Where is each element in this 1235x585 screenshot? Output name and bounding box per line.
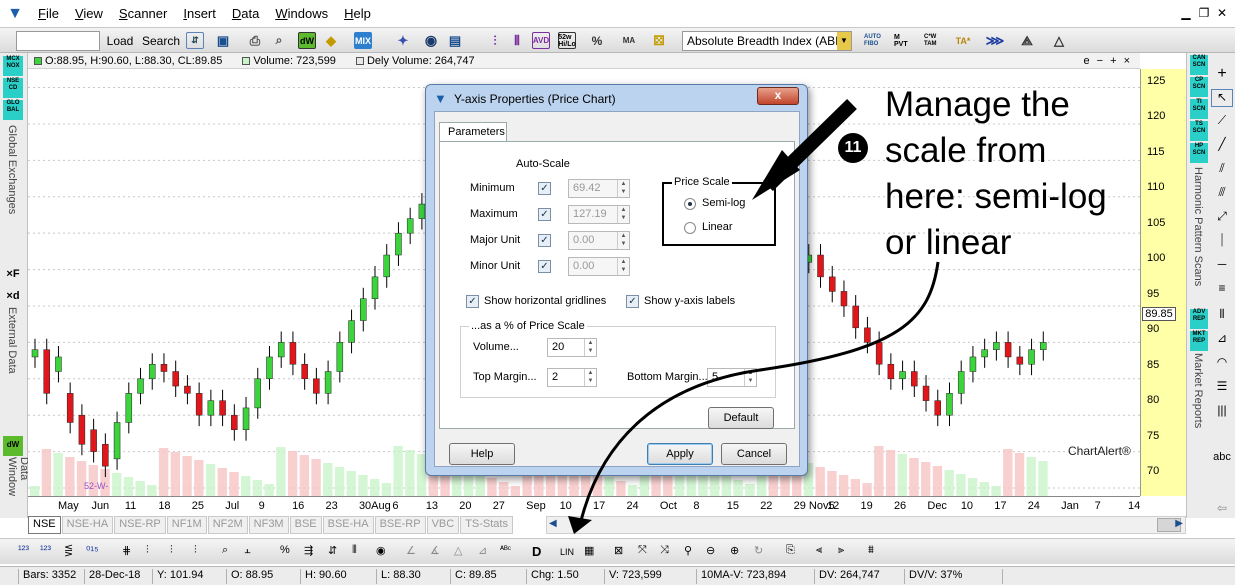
annotation-arrows xyxy=(568,98,940,534)
arrow-head-lin xyxy=(568,516,592,534)
arrow-to-lin-button xyxy=(578,261,940,526)
